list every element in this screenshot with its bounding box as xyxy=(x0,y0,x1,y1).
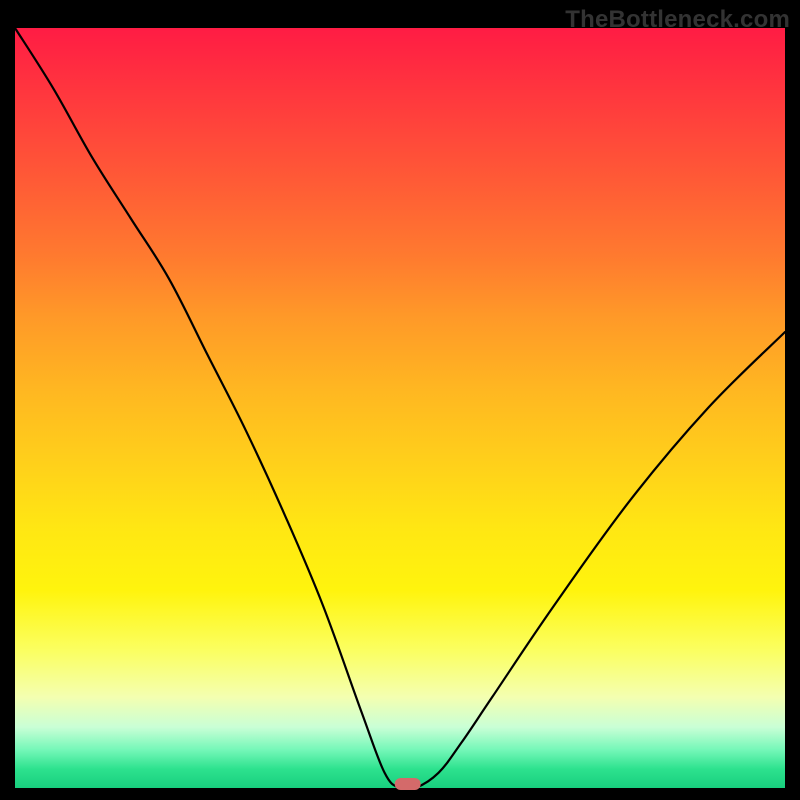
bottleneck-curve xyxy=(15,28,785,790)
optimal-marker xyxy=(395,778,421,790)
chart-svg xyxy=(15,28,785,788)
plot-area xyxy=(15,28,785,788)
chart-frame: TheBottleneck.com xyxy=(0,0,800,800)
